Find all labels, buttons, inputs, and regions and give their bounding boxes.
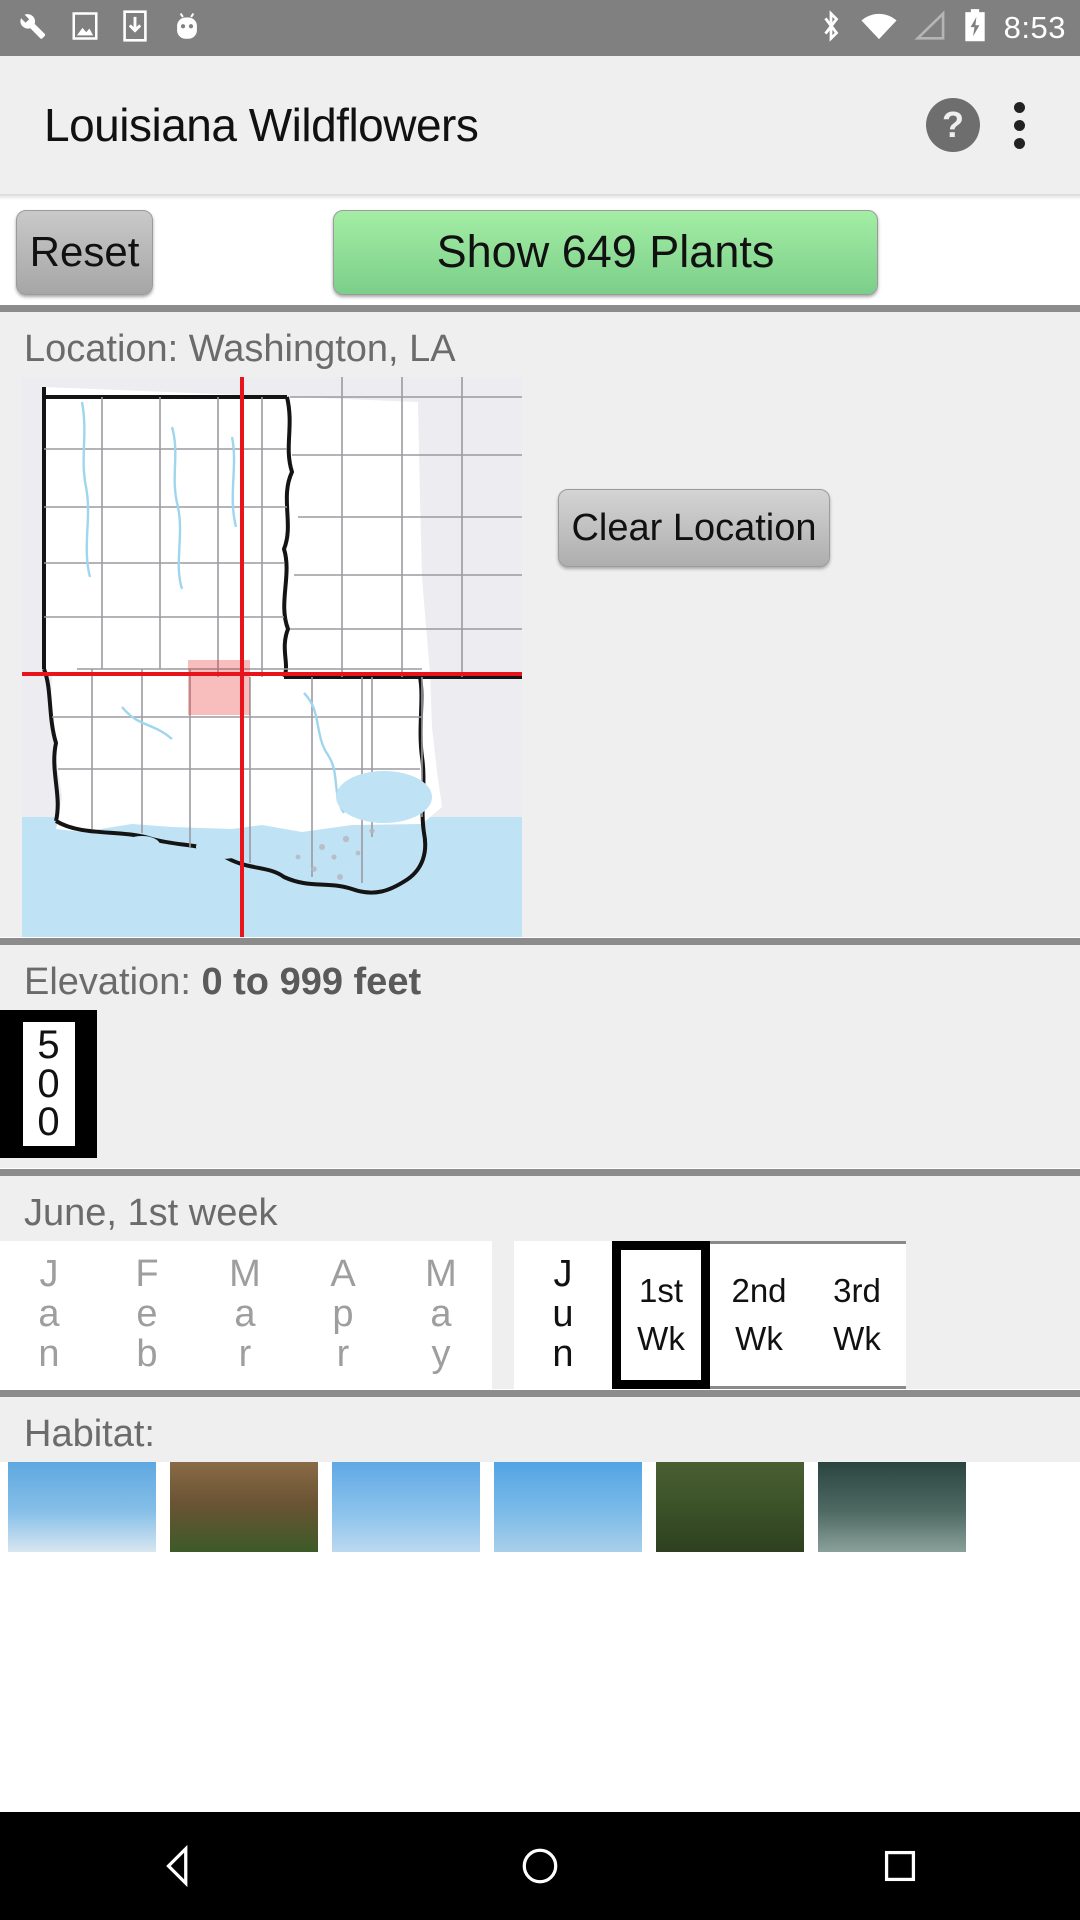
section-divider-location	[0, 304, 1080, 312]
elevation-section: Elevation: 0 to 999 feet 5 0 0	[0, 945, 1080, 1168]
section-divider-habitat	[0, 1389, 1080, 1397]
location-label: Location: Washington, LA	[24, 328, 456, 370]
month-cell-mar[interactable]: M a r	[196, 1241, 294, 1389]
elevation-label-prefix: Elevation:	[24, 961, 202, 1003]
app-root: 8:53 Louisiana Wildflowers ? Reset Show …	[0, 0, 1080, 1920]
season-label: June, 1st week	[24, 1192, 278, 1234]
elevation-tile-500[interactable]: 5 0 0	[0, 1010, 97, 1158]
month-cell-may[interactable]: M a y	[392, 1241, 490, 1389]
elevation-label: Elevation: 0 to 999 feet	[0, 945, 1080, 1010]
app-bar-actions: ?	[926, 98, 1036, 152]
month-cell-feb[interactable]: F e b	[98, 1241, 196, 1389]
month-letter: n	[552, 1332, 574, 1375]
month-letter: a	[38, 1293, 60, 1336]
habitat-thumbnail-list[interactable]	[0, 1462, 1080, 1552]
battery-charging-icon	[962, 8, 988, 49]
month-letter: F	[135, 1253, 159, 1296]
bluetooth-icon	[818, 8, 844, 49]
month-letter: M	[425, 1253, 457, 1296]
wifi-icon	[860, 10, 898, 47]
month-letter: J	[39, 1253, 59, 1296]
season-body: J a n F e b M a r A p r M a y J u n 1st …	[0, 1241, 1080, 1389]
week-ordinal: 1st	[638, 1272, 684, 1310]
week-unit: Wk	[637, 1320, 685, 1357]
section-divider-elevation	[0, 937, 1080, 945]
month-letter: M	[229, 1253, 261, 1296]
month-letter: u	[552, 1293, 574, 1336]
download-icon	[122, 9, 148, 48]
month-cell-jun[interactable]: J u n	[514, 1241, 612, 1389]
open-sky-habitat-thumb[interactable]	[332, 1462, 480, 1552]
app-bar: Louisiana Wildflowers ?	[0, 56, 1080, 194]
week-ordinal: 3rd	[833, 1272, 881, 1310]
overflow-menu-icon[interactable]	[1013, 101, 1036, 149]
status-bar-right-icons: 8:53	[818, 8, 1066, 49]
cell-signal-icon	[914, 10, 946, 47]
elevation-tile-value: 5 0 0	[22, 1022, 75, 1146]
crosshair-horizontal	[22, 672, 522, 676]
crosshair-vertical	[240, 377, 244, 937]
help-icon[interactable]: ?	[926, 98, 980, 152]
section-divider-season	[0, 1168, 1080, 1176]
month-picker[interactable]: J a n F e b M a r A p r M a y	[0, 1241, 492, 1389]
status-bar-left-icons	[14, 9, 204, 48]
month-letter: b	[136, 1332, 158, 1375]
back-icon[interactable]	[157, 1843, 203, 1889]
elevation-digit-1: 0	[37, 1061, 60, 1106]
prairie-habitat-thumb[interactable]	[494, 1462, 642, 1552]
habitat-label: Habitat:	[24, 1413, 155, 1455]
filter-action-bar: Reset Show 649 Plants	[0, 200, 1080, 304]
screenshot-icon	[70, 9, 100, 48]
month-letter: r	[238, 1332, 252, 1375]
reset-button[interactable]: Reset	[16, 209, 153, 295]
month-letter: r	[336, 1332, 350, 1375]
recents-icon[interactable]	[877, 1843, 923, 1889]
elevation-digit-0: 5	[37, 1023, 60, 1068]
map-graphic	[22, 377, 522, 937]
week-ordinal: 2nd	[731, 1272, 787, 1310]
week-cell-2nd[interactable]: 2nd Wk	[710, 1241, 808, 1389]
clear-location-button[interactable]: Clear Location	[558, 489, 830, 567]
month-letter: J	[553, 1253, 573, 1296]
location-section: Location: Washington, LA Clear Location	[0, 312, 1080, 937]
elevation-slider[interactable]: 5 0 0	[0, 1010, 1080, 1168]
android-nav-bar	[0, 1812, 1080, 1920]
week-cell-1st[interactable]: 1st Wk	[612, 1241, 710, 1389]
page-title: Louisiana Wildflowers	[44, 99, 479, 151]
location-body: Clear Location	[0, 377, 1080, 937]
elevation-label-value: 0 to 999 feet	[201, 961, 422, 1003]
week-picker[interactable]: J u n 1st Wk 2nd Wk 3rd Wk	[514, 1241, 906, 1389]
month-letter: e	[136, 1293, 158, 1336]
status-bar-clock: 8:53	[1003, 10, 1066, 45]
forest-habitat-thumb[interactable]	[656, 1462, 804, 1552]
habitat-section: Habitat:	[0, 1397, 1080, 1462]
android-icon	[170, 9, 204, 48]
rocky-ground-habitat-thumb[interactable]	[170, 1462, 318, 1552]
elevation-digit-2: 0	[37, 1100, 60, 1145]
month-letter: a	[430, 1293, 452, 1336]
status-bar: 8:53	[0, 0, 1080, 56]
home-icon[interactable]	[517, 1843, 563, 1889]
month-cell-jan[interactable]: J a n	[0, 1241, 98, 1389]
month-cell-apr[interactable]: A p r	[294, 1241, 392, 1389]
week-cell-3rd[interactable]: 3rd Wk	[808, 1241, 906, 1389]
month-letter: a	[234, 1293, 256, 1336]
month-letter: A	[330, 1253, 356, 1296]
wrench-icon	[14, 9, 48, 48]
week-unit: Wk	[735, 1320, 783, 1357]
location-map[interactable]	[22, 377, 522, 937]
month-letter: p	[332, 1293, 354, 1336]
month-letter: y	[431, 1332, 451, 1375]
show-plants-button[interactable]: Show 649 Plants	[333, 209, 878, 295]
wetland-habitat-thumb[interactable]	[818, 1462, 966, 1552]
month-letter: n	[38, 1332, 60, 1375]
mountain-habitat-thumb[interactable]	[8, 1462, 156, 1552]
season-section: June, 1st week J a n F e b M a r A p r M…	[0, 1176, 1080, 1389]
week-unit: Wk	[833, 1320, 881, 1357]
